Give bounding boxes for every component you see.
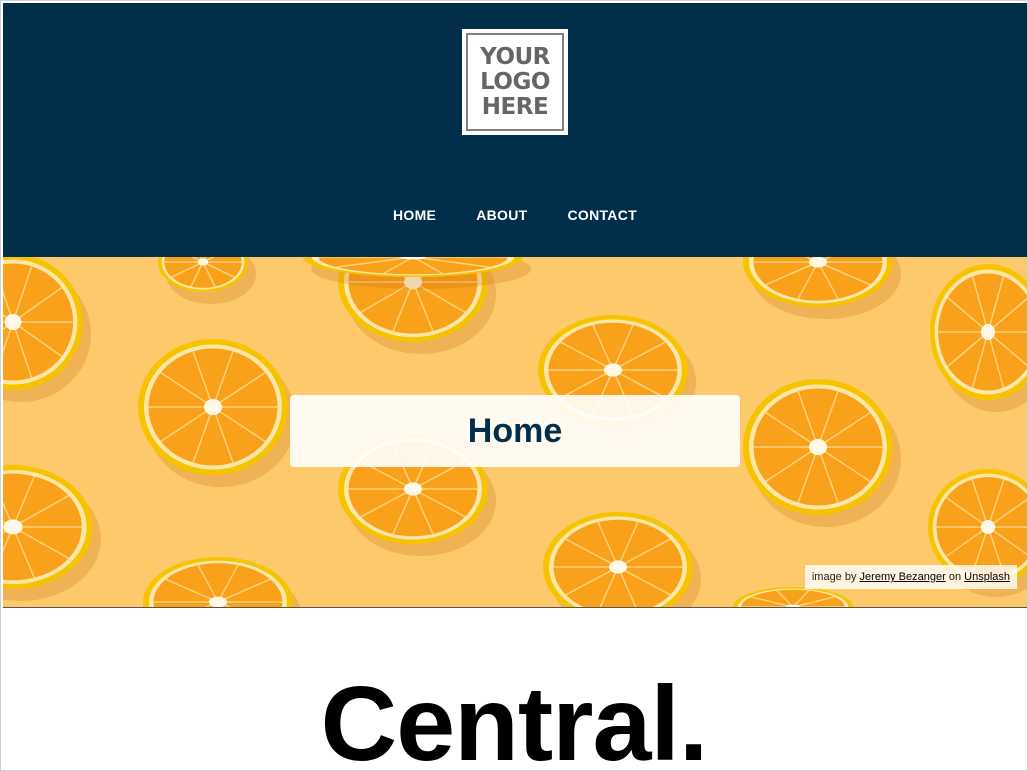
credit-site-link[interactable]: Unsplash [964,571,1010,583]
site-header: YOUR LOGO HERE HOME ABOUT CONTACT [3,3,1027,257]
page-frame: YOUR LOGO HERE HOME ABOUT CONTACT Home i… [0,0,1028,771]
hero-title: Home [467,411,563,450]
hero-banner: Home image by Jeremy Bezanger on Unsplas… [3,257,1027,608]
nav-home-link[interactable]: HOME [373,207,456,223]
main-nav: HOME ABOUT CONTACT [3,207,1027,223]
logo-line-1: YOUR [480,43,550,70]
credit-author-link[interactable]: Jeremy Bezanger [860,571,946,583]
logo-inner: YOUR LOGO HERE [466,33,564,131]
credit-on: on [948,571,962,583]
main-heading: Central. [320,665,709,771]
credit-prefix: image by [811,571,857,583]
logo-line-2: LOGO [480,68,550,95]
image-credit: image by Jeremy Bezanger on Unsplash [804,565,1017,589]
nav-about-link[interactable]: ABOUT [456,207,547,223]
nav-contact-link[interactable]: CONTACT [547,207,657,223]
hero-title-box: Home [290,395,740,467]
logo[interactable]: YOUR LOGO HERE [462,29,568,135]
logo-line-3: HERE [481,93,549,120]
